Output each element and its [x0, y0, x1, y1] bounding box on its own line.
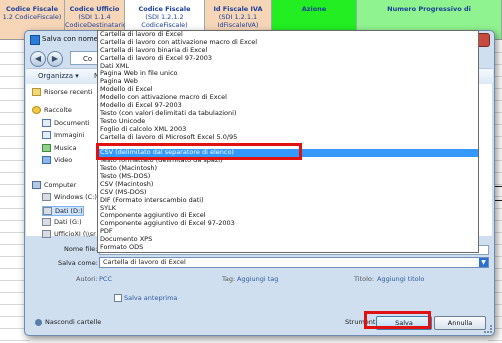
nav-item-label: Raccolte: [44, 106, 72, 114]
nav-item[interactable]: Computer: [32, 181, 76, 189]
sheet-header-title: Numero Progressivo di: [387, 5, 471, 13]
filename-label: Nome file:: [64, 245, 98, 253]
file-type-option[interactable]: Testo (MS-DOS): [98, 172, 478, 181]
sheet-header-title: Codice Ufficio: [69, 5, 120, 13]
excel-app-icon: [30, 35, 40, 45]
saveas-type-select[interactable]: Cartella di lavoro di Excel ▼: [99, 257, 489, 268]
file-type-option[interactable]: PDF: [98, 227, 478, 236]
nav-item[interactable]: UfficioXI (\\sr: [42, 230, 96, 238]
pictures-icon: [42, 131, 51, 139]
network-drive-icon: [42, 230, 51, 238]
nav-item[interactable]: Windows (C:): [42, 193, 97, 201]
nav-item-label: Dati (D:): [55, 207, 83, 215]
saveas-type-value: Cartella di lavoro di Excel: [103, 258, 186, 266]
title-value[interactable]: Aggiungi titolo: [377, 275, 424, 283]
chevron-down-icon[interactable]: ▼: [479, 258, 488, 267]
nav-item-label: Documenti: [54, 119, 90, 127]
computer-icon: [32, 181, 41, 189]
nav-item-label: Dati (G:): [54, 218, 82, 226]
hide-folders-button[interactable]: Nascondi cartelle: [35, 318, 101, 326]
sheet-header-title: Codice Fiscale: [138, 5, 191, 13]
nav-item-label: Video: [54, 156, 73, 164]
sheet-header-sub: (SDI 1.1.4 CodiceDestinatario): [65, 13, 130, 29]
highlight-save-button: [364, 311, 431, 329]
hide-folders-label: Nascondi cartelle: [45, 318, 102, 326]
nav-item[interactable]: Dati (D:): [42, 206, 84, 216]
nav-item[interactable]: Musica: [42, 144, 76, 152]
libraries-icon: [32, 106, 41, 114]
drive-icon: [42, 218, 51, 226]
sheet-header-title: Codice Fiscale: [5, 5, 59, 13]
documents-icon: [42, 119, 51, 127]
title-label: Titolo:: [354, 275, 375, 283]
saveas-label: Salva come:: [58, 259, 98, 267]
sheet-grid-line: [488, 340, 502, 341]
collapse-icon: [35, 318, 42, 326]
highlight-csv-option: [96, 143, 302, 160]
file-type-option[interactable]: Componente aggiuntivo di Excel 97-2003: [98, 219, 478, 228]
nav-item[interactable]: Video: [42, 156, 72, 164]
nav-item[interactable]: Risorse recenti: [32, 88, 92, 96]
recent-icon: [32, 88, 41, 96]
sheet-header-sub: (SDI 1.2.1.2 CodiceFiscale): [141, 13, 188, 29]
drive-icon: [43, 207, 52, 215]
file-type-option[interactable]: CSV (Macintosh): [98, 180, 478, 189]
organize-button[interactable]: Organizza ▾: [38, 72, 79, 80]
navigation-pane: Risorse recenti Raccolte Documenti Immagini…: [26, 84, 105, 238]
file-type-option[interactable]: Testo (con valori delimitati da tabulazi…: [98, 109, 478, 118]
save-preview-label[interactable]: Salva anteprima: [124, 294, 177, 302]
file-type-option[interactable]: Testo (Macintosh): [98, 164, 478, 173]
nav-item-label: Computer: [44, 181, 77, 189]
authors-label: Autori:: [76, 275, 98, 283]
nav-item[interactable]: Documenti: [42, 119, 89, 127]
tags-value[interactable]: Aggiungi tag: [237, 275, 278, 283]
sheet-header-title: Id Fiscale IVA: [213, 5, 263, 13]
back-arrow-icon[interactable]: ◀: [30, 51, 46, 67]
nav-item-label: UfficioXI (\\sr: [54, 230, 96, 238]
file-type-option[interactable]: Cartella di lavoro di Microsoft Excel 5.…: [98, 133, 478, 142]
authors-value[interactable]: PCC: [99, 275, 112, 283]
nav-item-label: Immagini: [54, 131, 85, 139]
sheet-header-sub: 1.2 CodiceFiscale): [2, 13, 62, 21]
tags-label: Tag:: [222, 275, 236, 283]
sheet-header-title: Azione: [301, 5, 327, 13]
drive-icon: [42, 193, 51, 201]
music-icon: [42, 144, 51, 152]
cancel-button[interactable]: Annulla: [434, 316, 486, 330]
nav-item-label: Musica: [54, 144, 77, 152]
file-type-option[interactable]: Documento XPS: [98, 235, 478, 244]
sheet-grid-line: [0, 340, 30, 341]
file-type-option[interactable]: Formato ODS: [98, 243, 478, 252]
nav-item[interactable]: Dati (G:): [42, 218, 82, 226]
file-type-option[interactable]: DIF (Formato interscambio dati): [98, 196, 478, 205]
file-type-option[interactable]: Pagina Web: [98, 77, 478, 86]
sheet-header-sub: (SDI 1.2.1.1 IdFiscaleIVA): [217, 13, 259, 29]
nav-item[interactable]: Immagini: [42, 131, 84, 139]
file-type-option[interactable]: Pagina Web in file unico: [98, 70, 478, 78]
resize-grip-icon[interactable]: [484, 325, 492, 333]
file-type-option[interactable]: Cartella di lavoro di Excel 97-2003: [98, 54, 478, 63]
nav-item-label: Risorse recenti: [44, 88, 93, 96]
video-icon: [42, 156, 51, 164]
dialog-title: Salva con nome: [42, 35, 98, 43]
file-type-dropdown-list: Cartella di lavoro di Excel Cartella di l…: [97, 30, 479, 253]
nav-item[interactable]: Raccolte: [32, 106, 72, 114]
save-preview-checkbox[interactable]: [114, 294, 122, 302]
nav-item-label: Windows (C:): [54, 193, 97, 201]
forward-arrow-icon[interactable]: ▶: [47, 51, 63, 67]
